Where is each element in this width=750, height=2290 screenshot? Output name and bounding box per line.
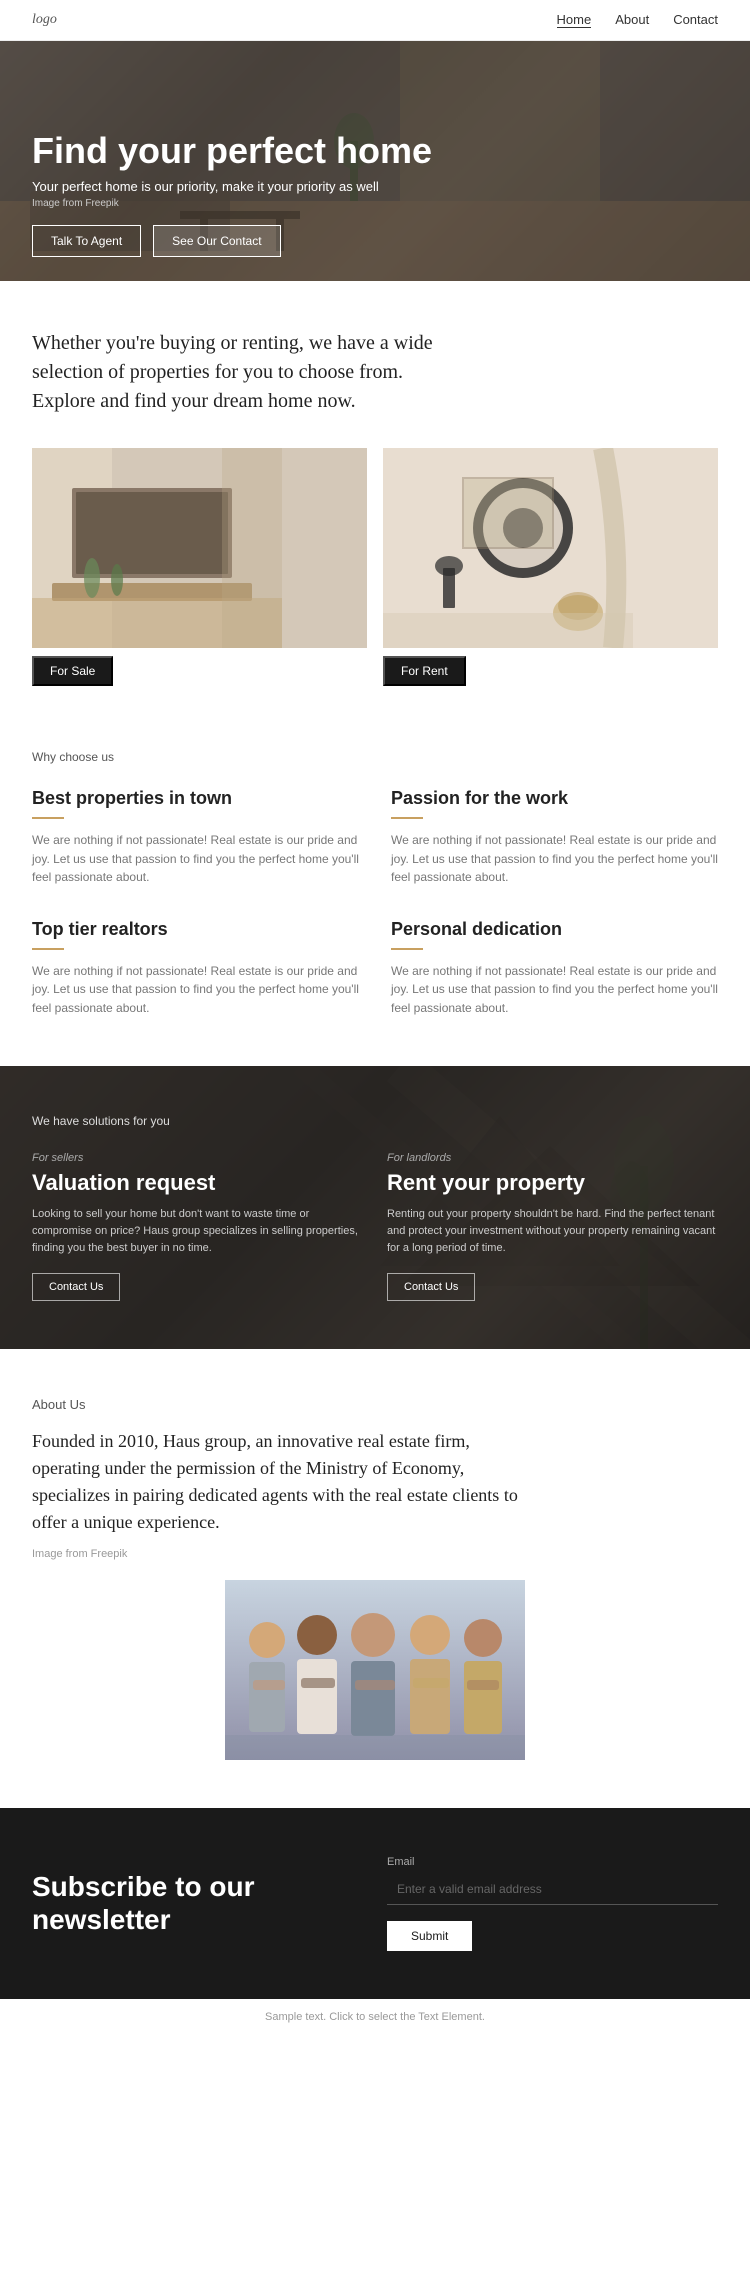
- contact-us-button-1[interactable]: Contact Us: [387, 1273, 475, 1301]
- newsletter-form: Email Submit: [387, 1856, 718, 1951]
- about-section: About Us Founded in 2010, Haus group, an…: [0, 1349, 750, 1808]
- solutions-content: We have solutions for you For sellers Va…: [32, 1114, 718, 1301]
- properties-grid: For Sale For: [0, 448, 750, 702]
- why-label: Why choose us: [32, 750, 718, 764]
- intro-section: Whether you're buying or renting, we hav…: [0, 281, 480, 448]
- hero-buttons: Talk To Agent See Our Contact: [32, 225, 432, 257]
- why-grid: Best properties in town We are nothing i…: [32, 788, 718, 1018]
- about-label: About Us: [32, 1397, 718, 1412]
- property-svg-sale: [32, 448, 367, 648]
- nav-contact[interactable]: Contact: [673, 12, 718, 28]
- why-divider-1: [391, 817, 423, 819]
- about-text: Founded in 2010, Haus group, an innovati…: [32, 1428, 532, 1536]
- why-section: Why choose us Best properties in town We…: [0, 702, 750, 1066]
- for-sale-button[interactable]: For Sale: [32, 656, 113, 686]
- about-image-credit: Image from Freepik: [32, 1548, 718, 1560]
- property-image-rent: [383, 448, 718, 648]
- solution-item-1: For landlords Rent your property Renting…: [387, 1152, 718, 1301]
- why-divider-2: [32, 948, 64, 950]
- footer-text: Sample text. Click to select the Text El…: [265, 2011, 485, 2023]
- footer: Sample text. Click to select the Text El…: [0, 1999, 750, 2035]
- submit-button[interactable]: Submit: [387, 1921, 472, 1951]
- why-item-2: Top tier realtors We are nothing if not …: [32, 919, 359, 1018]
- why-item-0: Best properties in town We are nothing i…: [32, 788, 359, 887]
- navigation: logo Home About Contact: [0, 0, 750, 41]
- why-title-0: Best properties in town: [32, 788, 359, 809]
- why-item-1: Passion for the work We are nothing if n…: [391, 788, 718, 887]
- about-image: [225, 1580, 525, 1760]
- why-title-3: Personal dedication: [391, 919, 718, 940]
- contact-us-button-0[interactable]: Contact Us: [32, 1273, 120, 1301]
- property-image-sale: [32, 448, 367, 648]
- why-desc-3: We are nothing if not passionate! Real e…: [391, 962, 718, 1018]
- why-desc-2: We are nothing if not passionate! Real e…: [32, 962, 359, 1018]
- solutions-label: We have solutions for you: [32, 1114, 718, 1128]
- hero-subtitle: Your perfect home is our priority, make …: [32, 179, 432, 194]
- hero-image-credit: Image from Freepik: [32, 198, 432, 209]
- newsletter-title: Subscribe to our newsletter: [32, 1870, 363, 1937]
- intro-text: Whether you're buying or renting, we hav…: [32, 329, 448, 416]
- nav-about[interactable]: About: [615, 12, 649, 28]
- solutions-section: We have solutions for you For sellers Va…: [0, 1066, 750, 1349]
- newsletter-left: Subscribe to our newsletter: [32, 1870, 363, 1937]
- hero-title: Find your perfect home: [32, 131, 432, 171]
- email-label: Email: [387, 1856, 718, 1868]
- solution-tag-1: For landlords: [387, 1152, 718, 1164]
- solutions-grid: For sellers Valuation request Looking to…: [32, 1152, 718, 1301]
- email-input[interactable]: [387, 1874, 718, 1905]
- about-image-container: [32, 1580, 718, 1760]
- see-contact-button[interactable]: See Our Contact: [153, 225, 280, 257]
- solution-tag-0: For sellers: [32, 1152, 363, 1164]
- nav-links: Home About Contact: [557, 12, 718, 28]
- hero-section: Find your perfect home Your perfect home…: [0, 41, 750, 281]
- why-divider-3: [391, 948, 423, 950]
- newsletter-section: Subscribe to our newsletter Email Submit: [0, 1808, 750, 1999]
- solution-title-0: Valuation request: [32, 1170, 363, 1196]
- for-rent-button[interactable]: For Rent: [383, 656, 466, 686]
- solution-item-0: For sellers Valuation request Looking to…: [32, 1152, 363, 1301]
- team-svg: [225, 1580, 525, 1760]
- why-divider-0: [32, 817, 64, 819]
- solution-title-1: Rent your property: [387, 1170, 718, 1196]
- why-title-1: Passion for the work: [391, 788, 718, 809]
- why-desc-1: We are nothing if not passionate! Real e…: [391, 831, 718, 887]
- solution-desc-0: Looking to sell your home but don't want…: [32, 1206, 363, 1257]
- talk-to-agent-button[interactable]: Talk To Agent: [32, 225, 141, 257]
- nav-home[interactable]: Home: [557, 12, 592, 28]
- why-title-2: Top tier realtors: [32, 919, 359, 940]
- property-card-sale: For Sale: [32, 448, 367, 686]
- logo: logo: [32, 12, 57, 28]
- property-svg-rent: [383, 448, 718, 648]
- why-item-3: Personal dedication We are nothing if no…: [391, 919, 718, 1018]
- solution-desc-1: Renting out your property shouldn't be h…: [387, 1206, 718, 1257]
- property-card-rent: For Rent: [383, 448, 718, 686]
- hero-content: Find your perfect home Your perfect home…: [0, 107, 464, 281]
- why-desc-0: We are nothing if not passionate! Real e…: [32, 831, 359, 887]
